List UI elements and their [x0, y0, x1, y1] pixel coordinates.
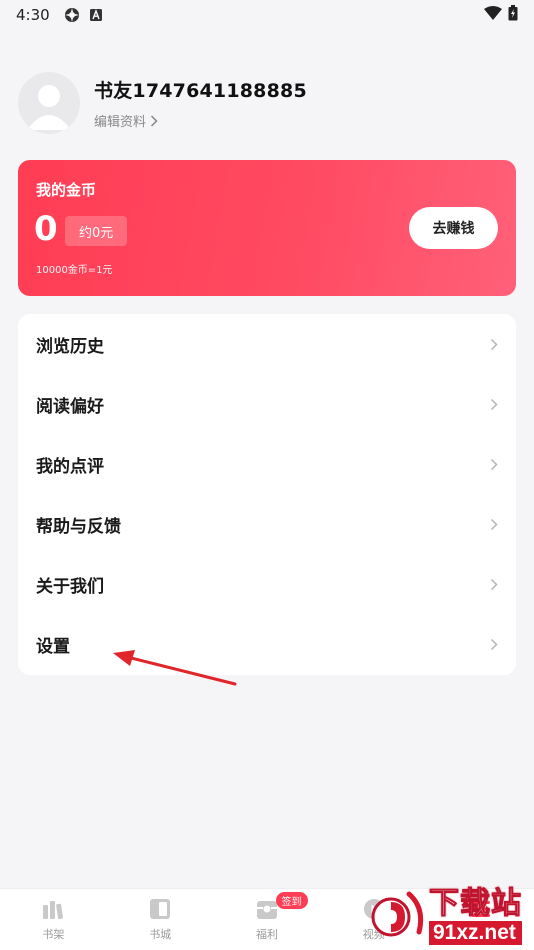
bookshelf-icon: [40, 897, 66, 921]
profile-header[interactable]: 书友1747641188885 编辑资料: [18, 70, 518, 136]
tab-label: 福利: [255, 928, 278, 941]
chevron-right-icon: [490, 458, 498, 471]
tab-bookstore[interactable]: 书城: [107, 889, 214, 950]
chevron-right-icon: [490, 638, 498, 651]
menu-item-help-feedback[interactable]: 帮助与反馈: [18, 494, 516, 554]
battery-icon: [508, 5, 518, 25]
menu-item-my-reviews[interactable]: 我的点评: [18, 434, 516, 494]
a-notification-icon: [89, 9, 102, 21]
site-watermark: 下载站 91xz.net: [369, 884, 534, 950]
tab-welfare[interactable]: 福利 签到: [214, 889, 321, 950]
menu-item-settings[interactable]: 设置: [18, 614, 516, 674]
earn-money-button[interactable]: 去赚钱: [409, 207, 498, 249]
checkin-badge: 签到: [275, 892, 308, 909]
chevron-right-icon: [490, 398, 498, 411]
menu-list: 浏览历史 阅读偏好 我的点评 帮助与反馈 关于我们 设置: [18, 314, 516, 675]
menu-item-label: 浏览历史: [36, 336, 104, 357]
bookstore-icon: [147, 897, 173, 921]
menu-item-history[interactable]: 浏览历史: [18, 314, 516, 374]
chevron-right-icon: [490, 578, 498, 591]
menu-item-about-us[interactable]: 关于我们: [18, 554, 516, 614]
status-time: 4:30: [16, 6, 50, 24]
tab-label: 书架: [42, 928, 65, 941]
menu-item-label: 我的点评: [36, 456, 104, 477]
tab-label: 书城: [149, 928, 172, 941]
watermark-title: 下载站: [429, 886, 522, 922]
wifi-icon: [484, 6, 502, 24]
tab-bookshelf[interactable]: 书架: [0, 889, 107, 950]
chevron-right-icon: [490, 518, 498, 531]
edit-profile-label: 编辑资料: [94, 115, 147, 130]
status-bar: 4:30: [0, 0, 534, 30]
coin-value: 0: [34, 209, 58, 249]
chevron-right-icon: [490, 338, 498, 351]
menu-item-label: 设置: [36, 636, 70, 657]
default-avatar-icon: [27, 85, 71, 130]
coin-title: 我的金币: [36, 181, 97, 199]
username: 书友1747641188885: [94, 80, 307, 102]
menu-item-label: 帮助与反馈: [36, 516, 121, 537]
watermark-logo-icon: [369, 888, 427, 946]
watermark-domain: 91xz.net: [429, 921, 522, 945]
menu-item-label: 阅读偏好: [36, 396, 104, 417]
coin-exchange-rate: 10000金币=1元: [36, 265, 113, 276]
avatar[interactable]: [18, 72, 80, 134]
menu-item-reading-preference[interactable]: 阅读偏好: [18, 374, 516, 434]
coin-card: 我的金币 0 约0元 10000金币=1元 去赚钱: [18, 160, 516, 296]
edit-profile-link[interactable]: 编辑资料: [94, 111, 307, 130]
chevron-right-icon: [150, 114, 158, 127]
annotation-arrow-icon: [113, 650, 237, 686]
menu-item-label: 关于我们: [36, 576, 104, 597]
android-settings-icon: [64, 7, 80, 23]
coin-rmb-estimate: 约0元: [65, 216, 128, 246]
